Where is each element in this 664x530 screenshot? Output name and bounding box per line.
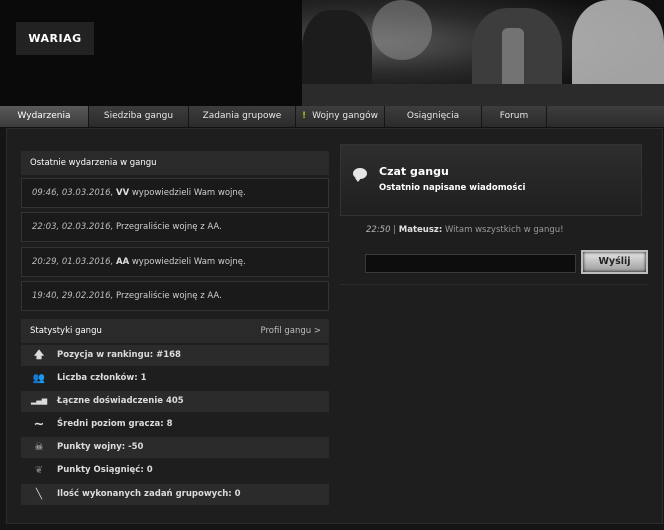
tab-gang-wars[interactable]: ! Wojny gangów	[296, 106, 385, 127]
gang-profile-link[interactable]: Profil gangu >	[260, 319, 321, 343]
chat-divider	[340, 284, 647, 285]
stat-avg-level: ∼ Średni poziom gracza: 8	[21, 414, 329, 435]
stat-group-missions: ╲ Ilość wykonanych zadań grupowych: 0	[21, 484, 329, 505]
arrow-up-icon: 🡅	[33, 350, 45, 361]
bars-icon: ▂▄▆	[31, 397, 48, 405]
tab-group-missions[interactable]: Zadania grupowe	[189, 106, 296, 127]
tab-events[interactable]: Wydarzenia	[0, 106, 89, 127]
chat-message: 22:50 | Mateusz: Witam wszystkich w gang…	[366, 225, 564, 235]
event-item: 22:03, 02.03.2016, Przegraliście wojnę z…	[21, 212, 329, 242]
wings-icon: ❦	[34, 465, 44, 476]
members-icon: 👥	[32, 373, 46, 384]
stat-achievement-points: ❦ Punkty Osiągnięć: 0	[21, 460, 329, 481]
gang-name-logo: WARIAG	[16, 22, 94, 55]
header: WARIAG	[0, 0, 664, 106]
tab-headquarters[interactable]: Siedziba gangu	[89, 106, 189, 127]
chat-message-input[interactable]	[365, 254, 576, 273]
main-nav: Wydarzenia Siedziba gangu Zadania grupow…	[0, 106, 664, 128]
stat-experience: ▂▄▆ Łączne doświadczenie 405	[21, 391, 329, 412]
chat-subtitle: Ostatnio napisane wiadomości	[379, 183, 526, 193]
chat-bubble-icon	[353, 168, 367, 182]
stat-war-points: ☠ Punkty wojny: -50	[21, 437, 329, 458]
tab-achievements[interactable]: Osiągnięcia	[385, 106, 482, 127]
event-item: 09:46, 03.03.2016, VV wypowiedzieli Wam …	[21, 178, 329, 208]
stats-title: Statystyki gangu Profil gangu >	[21, 319, 329, 343]
skull-icon: ☠	[34, 442, 44, 453]
chat-title: Czat gangu	[379, 165, 449, 178]
events-title: Ostatnie wydarzenia w gangu	[21, 151, 329, 175]
stat-members: 👥 Liczba członków: 1	[21, 368, 329, 389]
send-button[interactable]: Wyślij	[581, 250, 648, 274]
alert-icon: !	[302, 111, 307, 121]
tab-forum[interactable]: Forum	[482, 106, 547, 127]
header-banner-image	[302, 0, 664, 106]
stat-ranking: 🡅 Pozycja w rankingu: #168	[21, 345, 329, 366]
event-item: 19:40, 29.02.2016, Przegraliście wojnę z…	[21, 281, 329, 311]
event-item: 20:29, 01.03.2016, AA wypowiedzieli Wam …	[21, 247, 329, 277]
knife-icon: ╲	[35, 489, 43, 500]
chat-header: Czat gangu Ostatnio napisane wiadomości	[340, 144, 642, 216]
wave-icon: ∼	[33, 417, 45, 432]
